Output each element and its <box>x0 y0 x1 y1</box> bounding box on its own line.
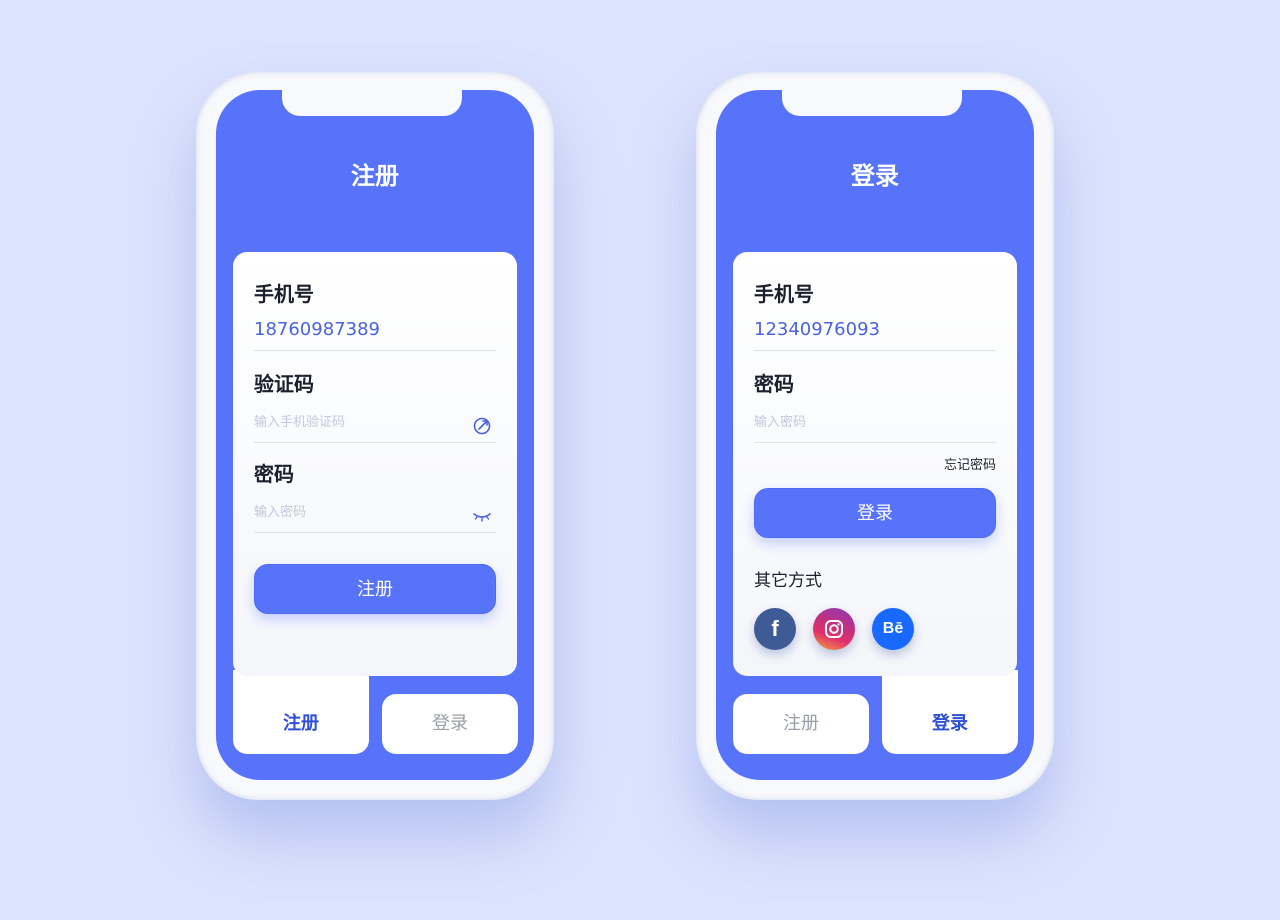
facebook-button[interactable]: f <box>754 608 796 650</box>
divider <box>754 350 996 351</box>
divider <box>254 532 496 533</box>
password-label: 密码 <box>754 372 794 396</box>
send-code-icon[interactable] <box>472 416 492 436</box>
register-phone: 注册 手机号 18760987389 验证码 输入手机验证码 密码 输入密码 注… <box>196 72 554 800</box>
phone-field: 手机号 12340976093 <box>754 280 996 351</box>
tab-separator <box>733 676 881 696</box>
login-screen: 登录 手机号 12340976093 密码 输入密码 忘记密码 登录 其它方式 … <box>716 90 1034 780</box>
other-methods-label: 其它方式 <box>754 571 822 591</box>
login-form-card: 手机号 12340976093 密码 输入密码 忘记密码 登录 其它方式 f B… <box>733 252 1017 676</box>
divider <box>254 350 496 351</box>
facebook-icon: f <box>771 616 779 641</box>
code-label: 验证码 <box>254 372 314 396</box>
tab-login[interactable]: 登录 <box>382 694 518 754</box>
register-button[interactable]: 注册 <box>254 564 496 614</box>
code-input[interactable]: 输入手机验证码 <box>254 412 496 434</box>
behance-icon: Bē <box>882 620 904 637</box>
phone-notch <box>782 90 962 116</box>
password-label: 密码 <box>254 462 294 486</box>
password-field: 密码 输入密码 <box>254 460 496 533</box>
instagram-button[interactable] <box>813 608 855 650</box>
register-form-card: 手机号 18760987389 验证码 输入手机验证码 密码 输入密码 注册 <box>233 252 517 676</box>
divider <box>254 442 496 443</box>
instagram-icon <box>825 620 843 638</box>
register-screen: 注册 手机号 18760987389 验证码 输入手机验证码 密码 输入密码 注… <box>216 90 534 780</box>
tab-separator <box>371 676 517 696</box>
phone-input[interactable]: 12340976093 <box>754 318 996 342</box>
forgot-password-link[interactable]: 忘记密码 <box>944 454 996 473</box>
phone-input[interactable]: 18760987389 <box>254 318 496 342</box>
eye-closed-icon[interactable] <box>472 506 492 526</box>
tab-login[interactable]: 登录 <box>882 694 1018 754</box>
divider <box>754 442 996 443</box>
phone-label: 手机号 <box>754 282 814 306</box>
login-phone: 登录 手机号 12340976093 密码 输入密码 忘记密码 登录 其它方式 … <box>696 72 1054 800</box>
login-button[interactable]: 登录 <box>754 488 996 538</box>
password-field: 密码 输入密码 <box>754 370 996 443</box>
phone-label: 手机号 <box>254 282 314 306</box>
phone-field: 手机号 18760987389 <box>254 280 496 351</box>
password-input[interactable]: 输入密码 <box>254 502 496 524</box>
tab-register[interactable]: 注册 <box>733 694 869 754</box>
code-field: 验证码 输入手机验证码 <box>254 370 496 443</box>
page-title: 注册 <box>351 162 399 190</box>
page-title: 登录 <box>851 162 899 190</box>
behance-button[interactable]: Bē <box>872 608 914 650</box>
phone-notch <box>282 90 462 116</box>
password-input[interactable]: 输入密码 <box>754 412 996 434</box>
tab-register[interactable]: 注册 <box>233 694 369 754</box>
